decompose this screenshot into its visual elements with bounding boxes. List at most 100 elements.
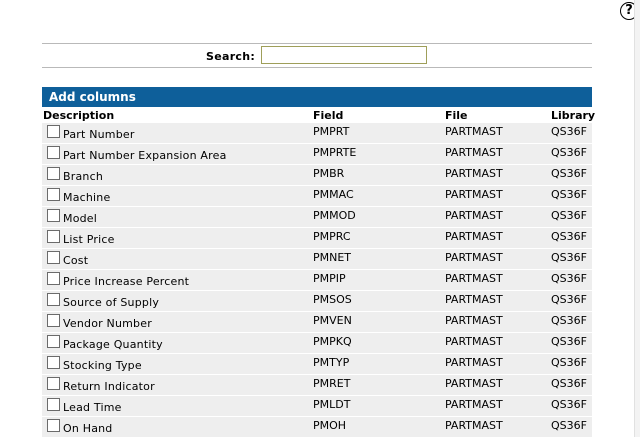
row-field: PMLDT [313, 398, 351, 411]
row-file: PARTMAST [445, 335, 503, 348]
row-file: PARTMAST [445, 251, 503, 264]
row-library: QS36F [551, 419, 587, 432]
row-checkbox[interactable] [47, 356, 60, 369]
row-library: QS36F [551, 146, 587, 159]
row-file: PARTMAST [445, 419, 503, 432]
row-description: Lead Time [63, 401, 122, 414]
row-file: PARTMAST [445, 356, 503, 369]
row-description: Part Number Expansion Area [63, 149, 227, 162]
row-checkbox[interactable] [47, 167, 60, 180]
table-row: Return Indicator PMRET PARTMAST QS36F [42, 375, 592, 396]
row-library: QS36F [551, 209, 587, 222]
row-file: PARTMAST [445, 146, 503, 159]
row-checkbox[interactable] [47, 188, 60, 201]
row-description: On Hand [63, 422, 113, 435]
table-row: Price Increase Percent PMPIP PARTMAST QS36F [42, 270, 592, 291]
row-checkbox[interactable] [47, 146, 60, 159]
row-description: Cost [63, 254, 89, 267]
row-description: Machine [63, 191, 111, 204]
table-row: Stocking Type PMTYP PARTMAST QS36F [42, 354, 592, 375]
row-description: Branch [63, 170, 104, 183]
row-checkbox[interactable] [47, 272, 60, 285]
row-checkbox[interactable] [47, 209, 60, 222]
column-header-description: Description [43, 109, 115, 122]
row-description: Stocking Type [63, 359, 142, 372]
top-divider [42, 43, 592, 44]
row-library: QS36F [551, 188, 587, 201]
table-row: Lead Time PMLDT PARTMAST QS36F [42, 396, 592, 417]
row-description: Part Number [63, 128, 135, 141]
row-description: Model [63, 212, 98, 225]
row-description: Package Quantity [63, 338, 163, 351]
table-row: Branch PMBR PARTMAST QS36F [42, 165, 592, 186]
row-field: PMPRC [313, 230, 351, 243]
scrollbar-track[interactable] [634, 0, 640, 437]
row-checkbox[interactable] [47, 377, 60, 390]
table-row: Source of Supply PMSOS PARTMAST QS36F [42, 291, 592, 312]
row-library: QS36F [551, 314, 587, 327]
row-checkbox[interactable] [47, 230, 60, 243]
row-description: Price Increase Percent [63, 275, 190, 288]
column-header-library: Library [551, 109, 596, 122]
row-checkbox[interactable] [47, 314, 60, 327]
row-checkbox[interactable] [47, 125, 60, 138]
row-field: PMTYP [313, 356, 350, 369]
row-field: PMVEN [313, 314, 352, 327]
row-description: Vendor Number [63, 317, 152, 330]
row-field: PMRET [313, 377, 351, 390]
row-library: QS36F [551, 167, 587, 180]
table-row: Machine PMMAC PARTMAST QS36F [42, 186, 592, 207]
row-library: QS36F [551, 272, 587, 285]
row-file: PARTMAST [445, 293, 503, 306]
row-field: PMBR [313, 167, 345, 180]
add-columns-header: Add columns [42, 87, 592, 107]
table-row: Part Number Expansion Area PMPRTE PARTMAST… [42, 144, 592, 165]
row-library: QS36F [551, 356, 587, 369]
row-field: PMMAC [313, 188, 354, 201]
row-checkbox[interactable] [47, 251, 60, 264]
row-library: QS36F [551, 251, 587, 264]
column-header-file: File [445, 109, 468, 122]
table-row: On Hand PMOH PARTMAST QS36F [42, 417, 592, 438]
table-row: Part Number PMPRT PARTMAST QS36F [42, 123, 592, 144]
row-library: QS36F [551, 398, 587, 411]
row-library: QS36F [551, 125, 587, 138]
row-field: PMPKQ [313, 335, 352, 348]
row-checkbox[interactable] [47, 293, 60, 306]
row-library: QS36F [551, 293, 587, 306]
table-row: Cost PMNET PARTMAST QS36F [42, 249, 592, 270]
search-label: Search: [206, 50, 256, 63]
row-field: PMNET [313, 251, 352, 264]
row-field: PMPRT [313, 125, 350, 138]
table-row: Package Quantity PMPKQ PARTMAST QS36F [42, 333, 592, 354]
row-field: PMOH [313, 419, 347, 432]
row-file: PARTMAST [445, 167, 503, 180]
row-field: PMPRTE [313, 146, 357, 159]
row-library: QS36F [551, 377, 587, 390]
row-file: PARTMAST [445, 209, 503, 222]
bottom-divider [42, 67, 592, 68]
row-checkbox[interactable] [47, 419, 60, 432]
row-checkbox[interactable] [47, 398, 60, 411]
row-file: PARTMAST [445, 377, 503, 390]
row-file: PARTMAST [445, 230, 503, 243]
table-row: Model PMMOD PARTMAST QS36F [42, 207, 592, 228]
row-file: PARTMAST [445, 272, 503, 285]
row-file: PARTMAST [445, 188, 503, 201]
table-row: Vendor Number PMVEN PARTMAST QS36F [42, 312, 592, 333]
row-file: PARTMAST [445, 125, 503, 138]
row-description: List Price [63, 233, 115, 246]
columns-list: Part Number PMPRT PARTMAST QS36F Part Number… [42, 123, 592, 438]
row-description: Return Indicator [63, 380, 155, 393]
search-input[interactable] [261, 46, 427, 64]
row-file: PARTMAST [445, 314, 503, 327]
row-file: PARTMAST [445, 398, 503, 411]
row-library: QS36F [551, 230, 587, 243]
row-checkbox[interactable] [47, 335, 60, 348]
row-field: PMSOS [313, 293, 352, 306]
row-description: Source of Supply [63, 296, 160, 309]
table-row: List Price PMPRC PARTMAST QS36F [42, 228, 592, 249]
row-library: QS36F [551, 335, 587, 348]
row-field: PMPIP [313, 272, 346, 285]
row-field: PMMOD [313, 209, 356, 222]
